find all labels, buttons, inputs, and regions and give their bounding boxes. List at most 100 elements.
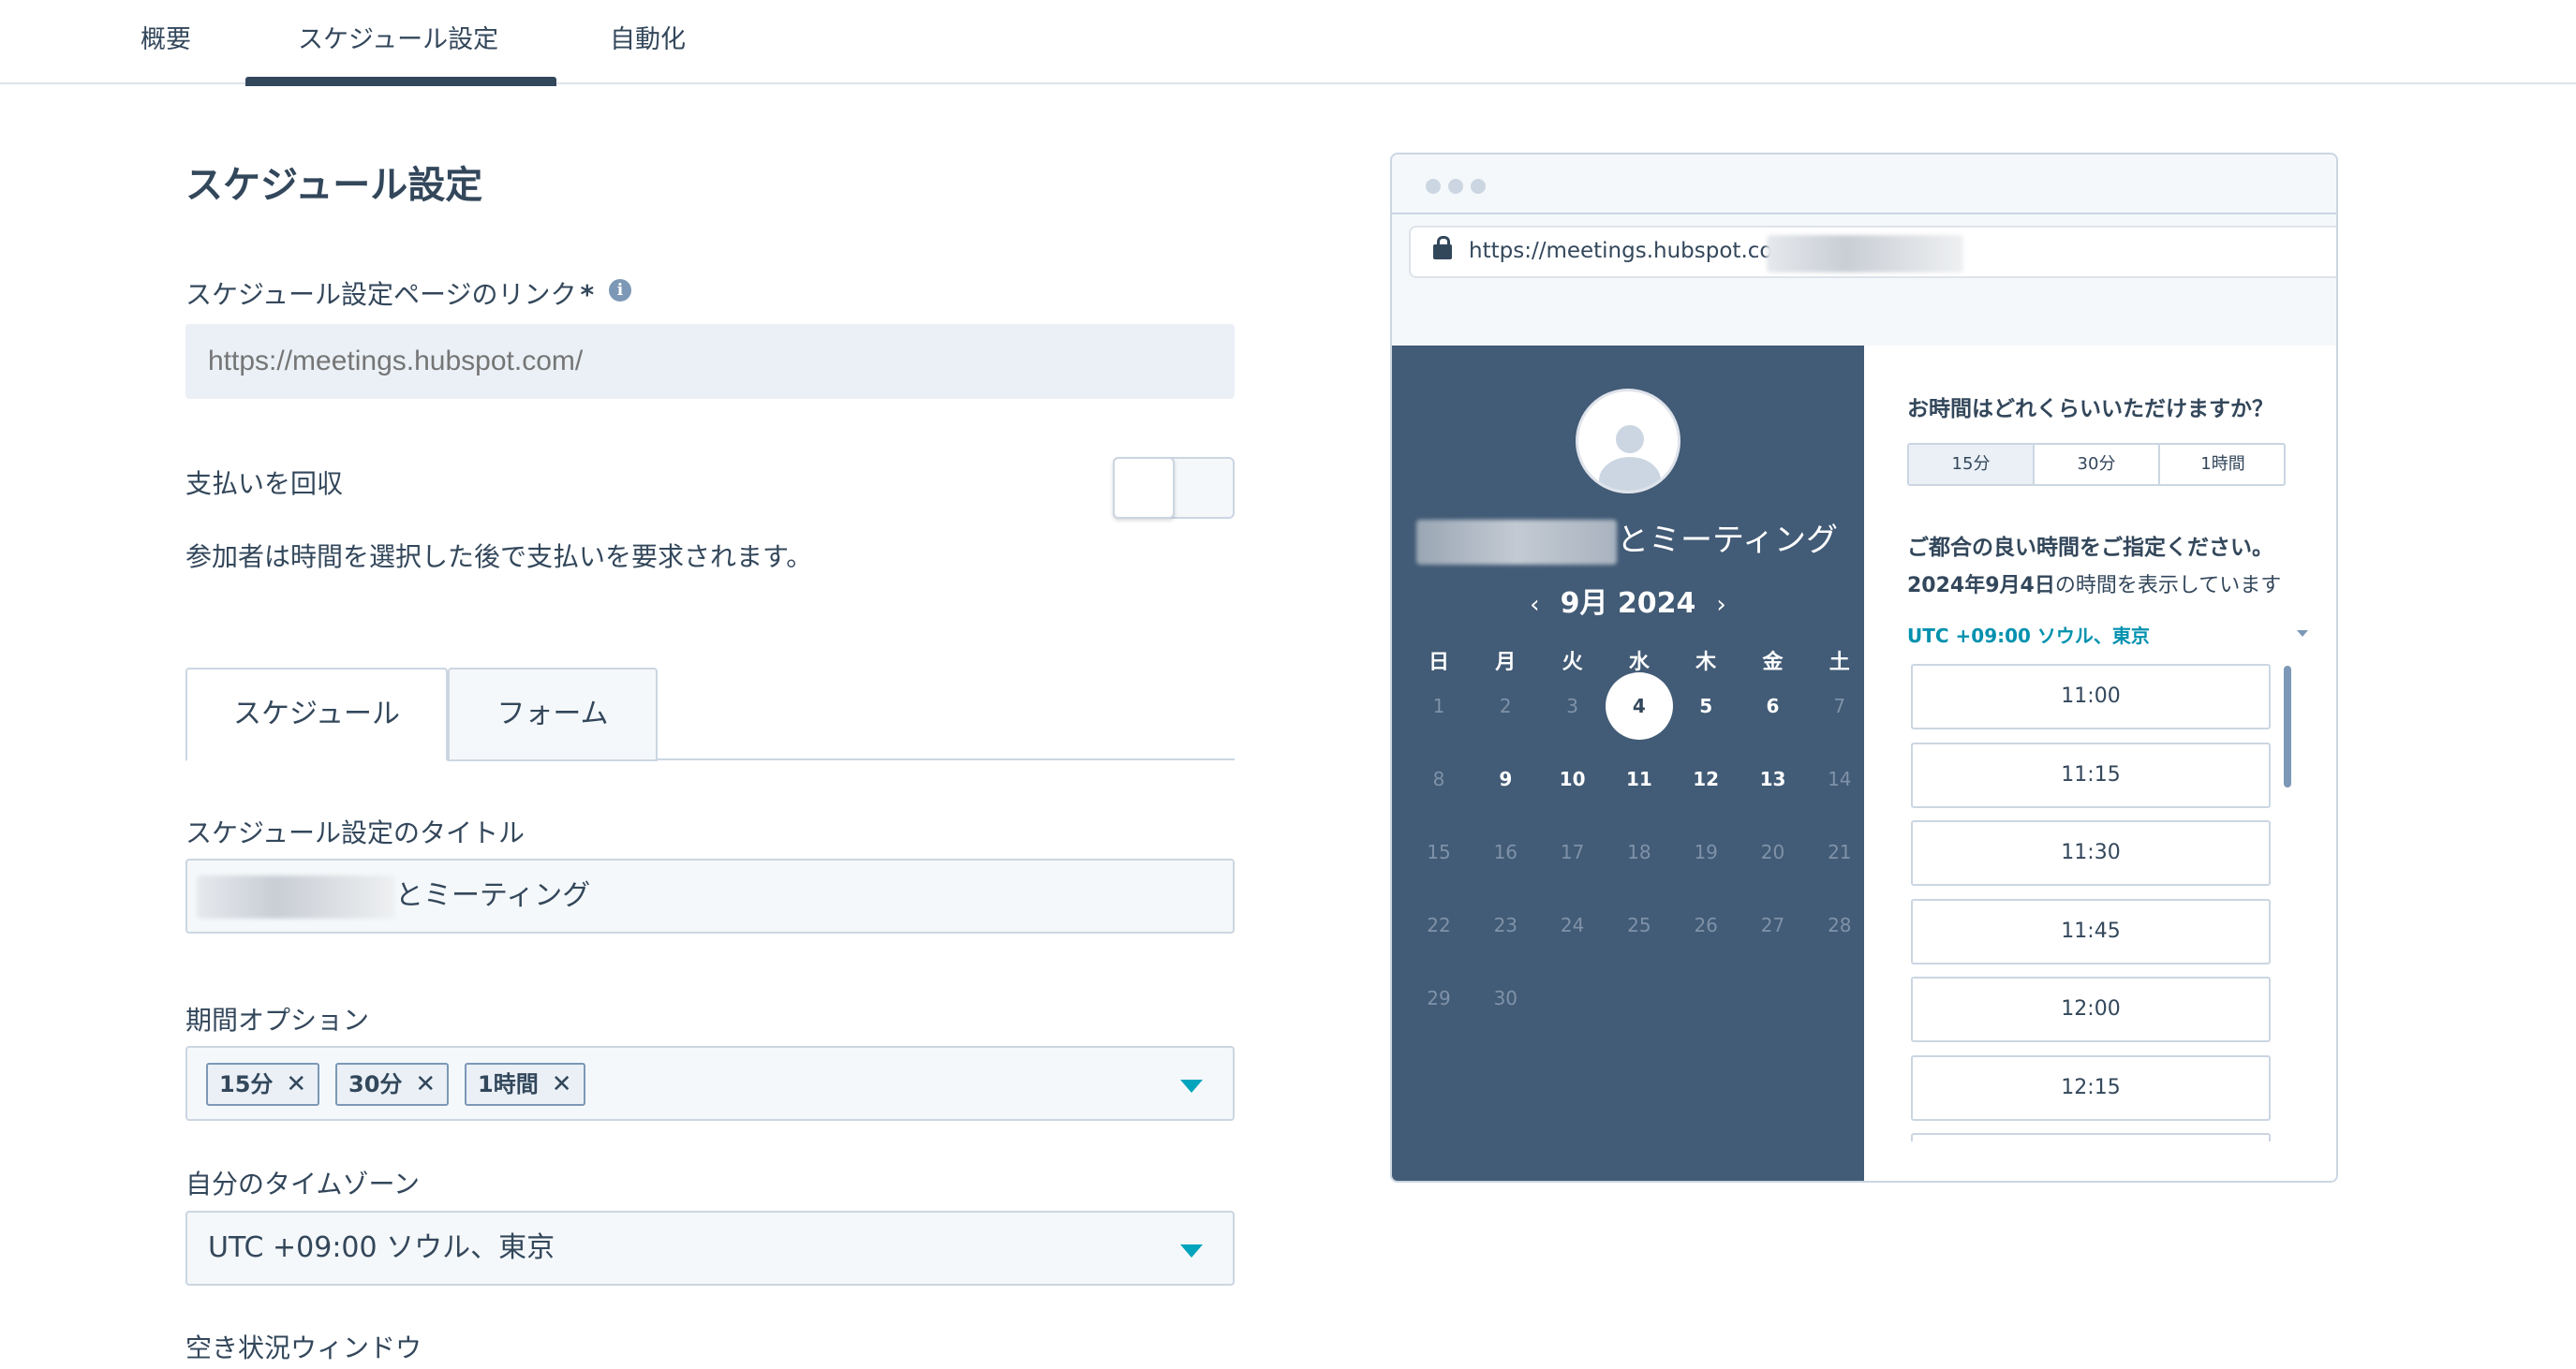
payment-toggle[interactable] bbox=[1113, 457, 1235, 519]
preview-url: https://meetings.hubspot.com/ bbox=[1469, 239, 1801, 263]
time-slot-partial[interactable] bbox=[1911, 1133, 2271, 1141]
calendar-day: 18 bbox=[1627, 841, 1651, 863]
tab-form[interactable]: フォーム bbox=[448, 668, 658, 761]
tab-automation[interactable]: 自動化 bbox=[610, 19, 686, 55]
duration-tab-15[interactable]: 15分 bbox=[1909, 445, 2035, 484]
time-slot[interactable]: 12:00 bbox=[1911, 977, 2271, 1042]
lock-icon bbox=[1433, 236, 1452, 259]
time-prompt: ご都合の良い時間をご指定ください。 bbox=[1907, 536, 2273, 560]
weekday-label: 日 bbox=[1428, 651, 1449, 674]
duration-chip-15: 15分 ✕ bbox=[206, 1063, 320, 1106]
time-slot[interactable]: 11:30 bbox=[1911, 820, 2271, 886]
link-input[interactable] bbox=[185, 324, 1235, 399]
payment-description: 参加者は時間を選択した後で支払いを要求されます。 bbox=[185, 541, 813, 572]
title-input[interactable]: とミーティング bbox=[185, 859, 1235, 934]
time-slot[interactable]: 11:00 bbox=[1911, 664, 2271, 729]
calendar-day: 16 bbox=[1493, 841, 1518, 863]
weekday-label: 土 bbox=[1828, 651, 1850, 674]
calendar-day: 3 bbox=[1566, 695, 1578, 717]
window-dot-icon bbox=[1426, 179, 1441, 194]
address-bar: https://meetings.hubspot.com/ bbox=[1409, 226, 2336, 278]
remove-chip-icon[interactable]: ✕ bbox=[415, 1070, 436, 1098]
timezone-value: UTC +09:00 ソウル、東京 bbox=[208, 1231, 555, 1264]
browser-titlebar bbox=[1392, 155, 2336, 214]
weekday-label: 木 bbox=[1695, 651, 1717, 674]
calendar-day: 15 bbox=[1427, 841, 1451, 863]
weekday-label: 金 bbox=[1762, 651, 1784, 674]
calendar-day: 24 bbox=[1560, 914, 1585, 936]
calendar-day[interactable]: 4 bbox=[1605, 672, 1673, 740]
calendar-day: 7 bbox=[1833, 695, 1846, 717]
calendar-day: 28 bbox=[1828, 914, 1852, 936]
time-slot[interactable]: 11:15 bbox=[1911, 742, 2271, 808]
calendar-day[interactable]: 5 bbox=[1678, 692, 1734, 720]
time-slot[interactable]: 12:15 bbox=[1911, 1054, 2271, 1121]
dropdown-caret-icon[interactable] bbox=[1180, 1080, 1203, 1093]
redacted-name bbox=[1416, 519, 1617, 565]
month-navigation: ‹ 9月 2024 › bbox=[1392, 580, 1864, 621]
calendar-day: 14 bbox=[1828, 768, 1852, 790]
calendar-day[interactable]: 10 bbox=[1545, 765, 1601, 793]
calendar-day[interactable]: 6 bbox=[1745, 692, 1801, 720]
duration-tab-60[interactable]: 1時間 bbox=[2160, 445, 2286, 484]
next-month-icon[interactable]: › bbox=[1716, 591, 1725, 619]
month-label: 9月 2024 bbox=[1560, 587, 1696, 620]
slot-scrollbar[interactable] bbox=[2284, 666, 2291, 788]
calendar-day: 21 bbox=[1828, 841, 1852, 863]
calendar-day: 30 bbox=[1493, 987, 1518, 1009]
preview-title-suffix: とミーティング bbox=[1617, 522, 1838, 559]
chip-label: 15分 bbox=[219, 1071, 274, 1097]
inner-tab-bar: スケジュール フォーム bbox=[185, 668, 1235, 761]
tab-schedule[interactable]: スケジュール bbox=[185, 668, 448, 761]
remove-chip-icon[interactable]: ✕ bbox=[286, 1070, 306, 1098]
link-field-label: スケジュール設定ページのリンク * bbox=[185, 274, 594, 312]
duration-question: お時間はどれくらいいただけますか？ bbox=[1907, 397, 2273, 421]
duration-chip-60: 1時間 ✕ bbox=[465, 1063, 585, 1106]
date-rest: の時間を表示しています bbox=[2054, 574, 2282, 597]
redacted-name bbox=[197, 875, 395, 919]
top-tab-bar: 概要 スケジュール設定 自動化 bbox=[0, 0, 2576, 86]
calendar-day: 19 bbox=[1694, 841, 1718, 863]
required-mark: * bbox=[580, 279, 595, 310]
calendar-day: 26 bbox=[1694, 914, 1718, 936]
payment-label: 支払いを回収 bbox=[185, 468, 344, 499]
page-title: スケジュール設定 bbox=[185, 164, 483, 207]
avatar-head bbox=[1616, 425, 1644, 453]
tab-overview[interactable]: 概要 bbox=[141, 19, 191, 55]
showing-date: 2024年9月4日の時間を表示しています bbox=[1907, 568, 2281, 598]
duration-select[interactable]: 15分 ✕ 30分 ✕ 1時間 ✕ bbox=[185, 1046, 1235, 1121]
calendar-day: 29 bbox=[1427, 987, 1451, 1009]
dropdown-caret-icon[interactable] bbox=[1180, 1244, 1203, 1258]
calendar-day[interactable]: 12 bbox=[1678, 765, 1734, 793]
timezone-link[interactable]: UTC +09:00 ソウル、東京 bbox=[1907, 621, 2150, 648]
tab-scheduling[interactable]: スケジュール設定 bbox=[298, 19, 498, 55]
prev-month-icon[interactable]: ‹ bbox=[1530, 591, 1539, 619]
calendar-day[interactable]: 13 bbox=[1745, 765, 1801, 793]
calendar-day[interactable]: 9 bbox=[1477, 765, 1533, 793]
calendar-panel: とミーティング ‹ 9月 2024 › 日月火水木金土 1 2 3 4 5 6 7 8 9 10 11 1… bbox=[1392, 346, 1864, 1181]
time-slot[interactable]: 11:45 bbox=[1911, 898, 2271, 964]
avatar-body bbox=[1599, 457, 1661, 491]
chip-label: 1時間 bbox=[478, 1071, 539, 1097]
calendar-day[interactable]: 11 bbox=[1611, 765, 1667, 793]
calendar-day: 20 bbox=[1760, 841, 1785, 863]
meeting-page-preview: https://meetings.hubspot.com/ とミーティング ‹ 9… bbox=[1390, 153, 2338, 1183]
link-label-text: スケジュール設定ページのリンク bbox=[185, 279, 577, 310]
active-tab-indicator bbox=[245, 77, 556, 86]
calendar-day: 25 bbox=[1627, 914, 1651, 936]
weekday-label: 火 bbox=[1562, 651, 1583, 674]
info-icon[interactable]: i bbox=[609, 279, 631, 302]
chip-label: 30分 bbox=[348, 1071, 403, 1097]
calendar-day: 22 bbox=[1427, 914, 1451, 936]
calendar-day: 23 bbox=[1493, 914, 1518, 936]
chevron-down-icon[interactable] bbox=[2297, 630, 2308, 637]
window-dot-icon bbox=[1448, 179, 1463, 194]
remove-chip-icon[interactable]: ✕ bbox=[552, 1070, 572, 1098]
duration-tab-30[interactable]: 30分 bbox=[2035, 445, 2160, 484]
timezone-select[interactable]: UTC +09:00 ソウル、東京 bbox=[185, 1211, 1235, 1286]
calendar-day: 8 bbox=[1432, 768, 1445, 790]
duration-chip-30: 30分 ✕ bbox=[335, 1063, 450, 1106]
title-input-suffix: とミーティング bbox=[395, 879, 591, 912]
time-slot-list: 11:00 11:15 11:30 11:45 12:00 12:15 bbox=[1911, 664, 2271, 1141]
time-selection-panel: お時間はどれくらいいただけますか？ 15分 30分 1時間 ご都合の良い時間をご… bbox=[1864, 346, 2336, 1181]
